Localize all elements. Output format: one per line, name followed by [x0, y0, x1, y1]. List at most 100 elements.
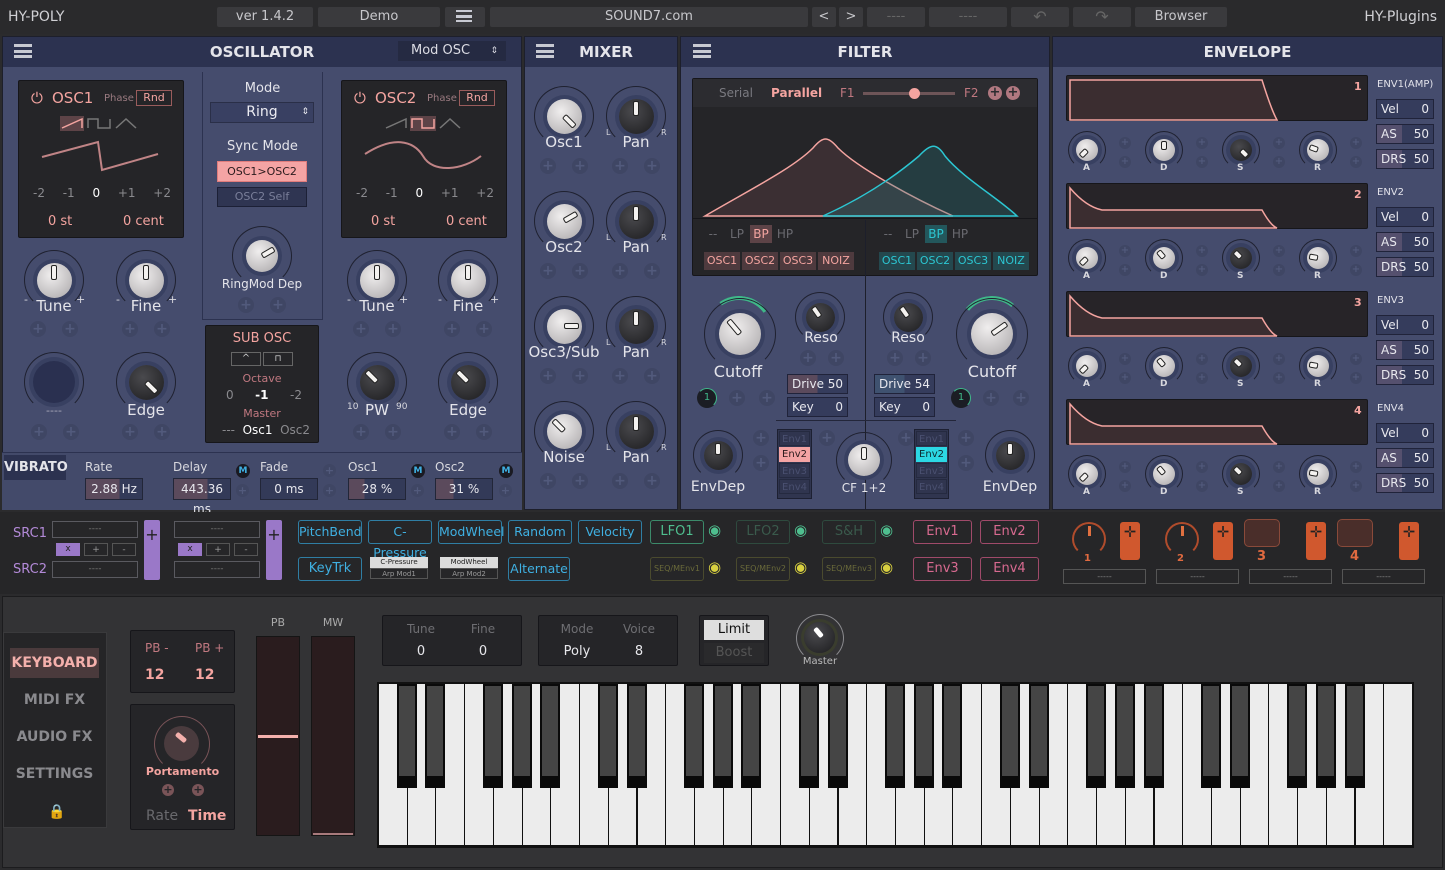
slot-a-button[interactable]: ----: [867, 7, 925, 27]
mode-select[interactable]: Ring ⇕: [210, 102, 314, 123]
mod-source-env-3[interactable]: Env3: [913, 557, 972, 581]
black-key[interactable]: [1114, 684, 1135, 788]
filter-type-LP[interactable]: LP: [726, 225, 748, 243]
mod-slot-icon[interactable]: +: [1119, 461, 1131, 473]
mod-slot-icon[interactable]: +: [898, 430, 914, 446]
mod-slot-icon[interactable]: +: [1013, 390, 1029, 406]
black-key[interactable]: [1287, 684, 1308, 788]
voice-count-value[interactable]: 8: [600, 644, 678, 659]
pb-minus-value[interactable]: 12: [145, 667, 164, 683]
mod-source-env-2[interactable]: Env2: [980, 520, 1039, 544]
black-key[interactable]: [913, 684, 934, 788]
portamento-rate-button[interactable]: Rate: [146, 808, 178, 824]
octave-option[interactable]: +2: [153, 186, 171, 200]
black-key[interactable]: [942, 684, 963, 788]
mod-slot-icon[interactable]: +: [1196, 372, 1208, 384]
env4-drs-field[interactable]: DRS 50: [1376, 473, 1434, 493]
pitchbend-wheel[interactable]: [256, 636, 300, 836]
black-key[interactable]: [511, 684, 532, 788]
octave-option[interactable]: -2: [33, 186, 45, 200]
macro-2-label[interactable]: -----: [1156, 569, 1239, 584]
next-preset-button[interactable]: >: [839, 7, 863, 27]
filter-type---[interactable]: --: [702, 225, 724, 243]
undo-button[interactable]: ↶: [1011, 7, 1069, 27]
mod-slot-icon[interactable]: +: [958, 430, 974, 446]
src-op-2[interactable]: -: [112, 543, 136, 556]
mod-source-seq-2[interactable]: SEQ/MEnv2: [736, 557, 790, 581]
fine-value[interactable]: 0: [444, 644, 522, 659]
macro-1-knob[interactable]: [1072, 522, 1106, 556]
mod-slot-icon[interactable]: +: [1119, 372, 1131, 384]
env1-vel-field[interactable]: Vel 0: [1376, 99, 1434, 119]
env1-as-field[interactable]: AS 50: [1376, 124, 1434, 144]
mod-slot-icon[interactable]: +: [540, 158, 556, 174]
mod-slot-icon[interactable]: +: [572, 473, 588, 489]
mod-slot-icon[interactable]: +: [644, 263, 660, 279]
mod-slot-icon[interactable]: +: [612, 473, 628, 489]
mod-source-lfo-1[interactable]: LFO1: [650, 520, 704, 544]
modulation-m-icon[interactable]: M: [236, 464, 250, 478]
mod-slot-icon[interactable]: +: [1273, 372, 1285, 384]
mod-slot-icon[interactable]: +: [1196, 480, 1208, 492]
mod-slot-icon[interactable]: +: [572, 158, 588, 174]
mod-slot-icon[interactable]: +: [1006, 86, 1020, 100]
macro-1-label[interactable]: -----: [1063, 569, 1146, 584]
filter-source-OSC3[interactable]: OSC3: [780, 252, 816, 270]
mod-slot-icon[interactable]: +: [353, 321, 369, 337]
mod-source-seq-3[interactable]: SEQ/MEnv3: [822, 557, 876, 581]
env3-drs-field[interactable]: DRS 50: [1376, 365, 1434, 385]
mod-slot-icon[interactable]: +: [1273, 480, 1285, 492]
octave-option[interactable]: +2: [476, 186, 494, 200]
mod-slot-icon[interactable]: +: [1119, 137, 1131, 149]
f1-drive-field[interactable]: Drive 50: [787, 374, 848, 394]
mod-slot-icon[interactable]: +: [154, 321, 170, 337]
filter1-cutoff-knob[interactable]: [704, 298, 776, 370]
mod-slot-icon[interactable]: +: [572, 368, 588, 384]
mod-source-velocity[interactable]: Velocity: [578, 520, 642, 544]
mod-slot-icon[interactable]: +: [1350, 245, 1362, 257]
osc2-semitone[interactable]: 0 st: [371, 214, 395, 229]
eye-icon[interactable]: ◉: [880, 558, 893, 576]
macro-2-knob[interactable]: [1165, 522, 1199, 556]
mod-slot-icon[interactable]: +: [958, 455, 974, 471]
filter-type-BP[interactable]: BP: [750, 225, 772, 243]
filter-type---[interactable]: --: [877, 225, 899, 243]
mod-source-seq-1[interactable]: SEQ/MEnv1: [650, 557, 704, 581]
mod-slot-icon[interactable]: +: [819, 430, 835, 446]
preset-bank-button[interactable]: Demo: [318, 7, 440, 27]
mod-source-lfo-3[interactable]: S&H: [822, 520, 876, 544]
mod-slot-icon[interactable]: +: [323, 464, 336, 477]
mod-slot-icon[interactable]: +: [476, 321, 492, 337]
f2-env-option[interactable]: Env1: [916, 431, 947, 446]
preset-menu-button[interactable]: [445, 7, 485, 27]
sub-master-selector[interactable]: --- Osc1 Osc2: [222, 423, 310, 437]
mod-slot-icon[interactable]: +: [1196, 137, 1208, 149]
mod-slot-icon[interactable]: +: [1119, 156, 1131, 168]
filter-source-NOIZ[interactable]: NOIZ: [993, 252, 1029, 270]
mod-slot-icon[interactable]: +: [236, 484, 249, 497]
filter-source-OSC2[interactable]: OSC2: [917, 252, 953, 270]
mod-source-env-4[interactable]: Env4: [980, 557, 1039, 581]
env2-vel-field[interactable]: Vel 0: [1376, 207, 1434, 227]
mod-source-keytrk[interactable]: KeyTrk: [298, 557, 362, 581]
octave-option[interactable]: -1: [63, 186, 75, 200]
black-key[interactable]: [425, 684, 446, 788]
eye-icon[interactable]: ◉: [794, 521, 807, 539]
mod-source-random[interactable]: Random: [508, 520, 572, 544]
filter-source-OSC3[interactable]: OSC3: [955, 252, 991, 270]
f2-key-field[interactable]: Key 0: [874, 397, 935, 417]
mod-slot-icon[interactable]: +: [612, 263, 628, 279]
src-op-1[interactable]: +: [206, 543, 230, 556]
filter-balance-thumb[interactable]: [908, 88, 920, 99]
env1-drs-field[interactable]: DRS 50: [1376, 149, 1434, 169]
filter2-cutoff-knob[interactable]: [956, 298, 1028, 370]
filter-source-NOIZ[interactable]: NOIZ: [818, 252, 854, 270]
mod-slot-icon[interactable]: +: [540, 263, 556, 279]
mod-slot-icon[interactable]: +: [1273, 264, 1285, 276]
black-key[interactable]: [626, 684, 647, 788]
browser-button[interactable]: Browser: [1135, 7, 1227, 27]
macro-3-label[interactable]: -----: [1249, 569, 1332, 584]
black-key[interactable]: [1315, 684, 1336, 788]
src-add-button[interactable]: +: [144, 520, 160, 580]
black-key[interactable]: [683, 684, 704, 788]
